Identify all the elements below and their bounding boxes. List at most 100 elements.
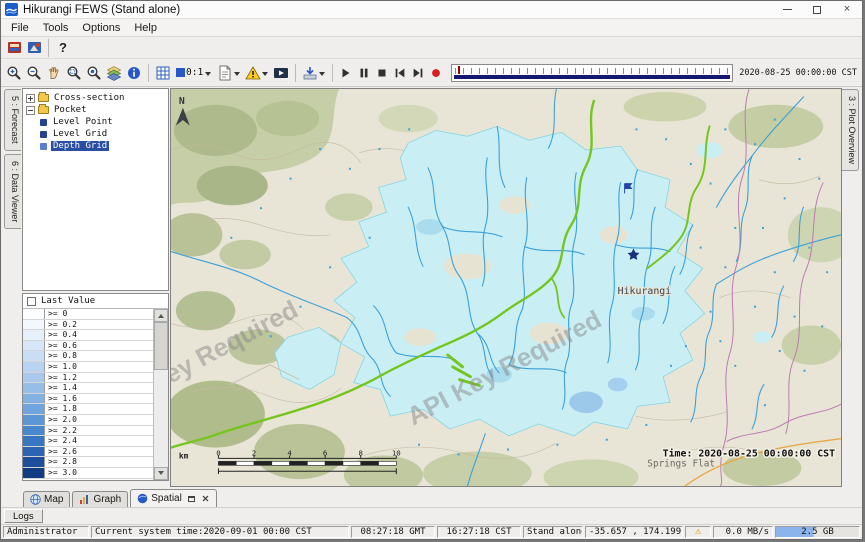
spatial-layer-tree: Cross-section Pocket Level Point Level G… (22, 88, 169, 291)
legend-label: >= 0.6 (45, 341, 77, 351)
help-button[interactable]: ? (53, 38, 73, 58)
layer-bullet-icon (40, 119, 47, 126)
time-slider-cursor[interactable] (458, 66, 460, 74)
menu-file[interactable]: File (4, 21, 36, 35)
layer-bullet-icon (40, 131, 47, 138)
thresholds-button[interactable] (243, 63, 271, 83)
time-slider[interactable] (451, 64, 733, 82)
tab-spatial[interactable]: Spatial (130, 489, 217, 507)
legend-header: Last Value (23, 294, 168, 309)
legend-row: >= 1.2 (23, 373, 153, 384)
chevron-down-icon (205, 72, 211, 79)
panel-maximize-button[interactable] (187, 494, 196, 503)
map-viewport[interactable]: Hikurangi Springs Flat API Key Required … (170, 88, 842, 487)
tree-node-pocket[interactable]: Pocket (52, 105, 89, 115)
legend-label: >= 2.0 (45, 415, 77, 425)
legend-scrollbar[interactable] (154, 309, 168, 480)
legend-swatch (23, 457, 45, 467)
scroll-down-button[interactable] (154, 467, 168, 480)
grid-display-button[interactable] (153, 63, 173, 83)
globe-icon (30, 494, 41, 505)
skip-end-icon (411, 66, 425, 80)
tab-data-viewer[interactable]: 6 : Data Viewer (4, 154, 21, 229)
legend-label: >= 1.8 (45, 404, 77, 414)
zoom-out-icon (26, 65, 42, 81)
toolbar-separator (148, 64, 149, 82)
last-value-checkbox[interactable] (27, 297, 36, 306)
logs-button[interactable]: Logs (4, 509, 43, 523)
legend-label: >= 2.4 (45, 436, 77, 446)
tab-plot-overview[interactable]: 3 : Plot Overview (842, 89, 859, 171)
main-toolbar: ? (1, 37, 862, 59)
scrollbar-thumb[interactable] (154, 322, 168, 370)
panel-close-button[interactable] (201, 494, 210, 503)
timestep-icon (176, 68, 185, 77)
scroll-up-button[interactable] (154, 309, 168, 322)
explorer-button[interactable] (4, 38, 24, 58)
menu-tools[interactable]: Tools (36, 21, 76, 35)
pause-button[interactable] (355, 63, 373, 83)
zoom-extent-button[interactable] (84, 63, 104, 83)
tree-node-level-point[interactable]: Level Point (51, 117, 115, 127)
maximize-button[interactable] (802, 1, 832, 18)
legend-label: >= 2.6 (45, 447, 77, 457)
status-throughput: 0.0 MB/s (713, 526, 773, 538)
tree-node-cross-section[interactable]: Cross-section (52, 93, 126, 103)
window-title: Hikurangi FEWS (Stand alone) (23, 4, 772, 16)
menu-options[interactable]: Options (75, 21, 127, 35)
zoom-box-button[interactable] (64, 63, 84, 83)
minimize-icon (783, 9, 792, 10)
chevron-down-icon (234, 72, 240, 79)
scrollbar-track[interactable] (154, 322, 168, 467)
stop-icon (375, 66, 389, 80)
legend-swatch (23, 362, 45, 372)
status-user: Administrator (3, 526, 89, 538)
forecast-dialog-button[interactable] (24, 38, 44, 58)
tree-node-depth-grid[interactable]: Depth Grid (51, 141, 109, 151)
toolbar-separator (332, 64, 333, 82)
zoom-in-button[interactable] (4, 63, 24, 83)
pause-icon (357, 66, 371, 80)
legend-swatch (23, 320, 45, 330)
close-button[interactable]: × (832, 1, 862, 18)
maximize-icon (813, 6, 821, 14)
layers-button[interactable] (104, 63, 124, 83)
record-button[interactable] (427, 63, 445, 83)
map-time-label: Time: 2020-08-25 00:00:00 CST (663, 447, 835, 459)
tab-graph[interactable]: Graph (72, 491, 128, 507)
step-back-button[interactable] (391, 63, 409, 83)
tab-spatial-label: Spatial (151, 493, 182, 504)
tree-node-level-grid[interactable]: Level Grid (51, 129, 109, 139)
folder-icon (38, 106, 49, 114)
legend-row: >= 0.6 (23, 341, 153, 352)
legend-swatch (23, 330, 45, 340)
legend-row: >= 1.6 (23, 394, 153, 405)
folder-icon (38, 94, 49, 102)
collapse-minus-icon[interactable] (26, 106, 35, 115)
info-button[interactable] (124, 63, 144, 83)
app-logo-icon (5, 3, 18, 16)
time-navigator-bar (454, 75, 730, 79)
legend-list: >= 0 >= 0.2 >= 0.4 >= 0.6 >= 0.8 >= 1.0 … (23, 309, 154, 480)
expand-plus-icon[interactable] (26, 94, 35, 103)
display-document-button[interactable] (215, 63, 243, 83)
legend-swatch (23, 351, 45, 361)
tree-row: Level Grid (23, 128, 168, 140)
legend-row: >= 1.8 (23, 404, 153, 415)
minimize-button[interactable] (772, 1, 802, 18)
stop-button[interactable] (373, 63, 391, 83)
pan-button[interactable] (44, 63, 64, 83)
save-animation-button[interactable] (300, 63, 328, 83)
tree-row: Cross-section (23, 92, 168, 104)
step-forward-button[interactable] (409, 63, 427, 83)
tab-map[interactable]: Map (23, 491, 70, 507)
tab-forecast[interactable]: 5 : Forecast (4, 89, 21, 151)
menu-help[interactable]: Help (127, 21, 164, 35)
zoom-in-icon (6, 65, 22, 81)
status-log-warning[interactable]: ⚠ (685, 526, 711, 538)
left-panels: Cross-section Pocket Level Point Level G… (21, 87, 170, 488)
movie-player-button[interactable] (271, 63, 291, 83)
timestep-selector[interactable]: 0:1 (173, 63, 215, 83)
zoom-out-button[interactable] (24, 63, 44, 83)
play-button[interactable] (337, 63, 355, 83)
